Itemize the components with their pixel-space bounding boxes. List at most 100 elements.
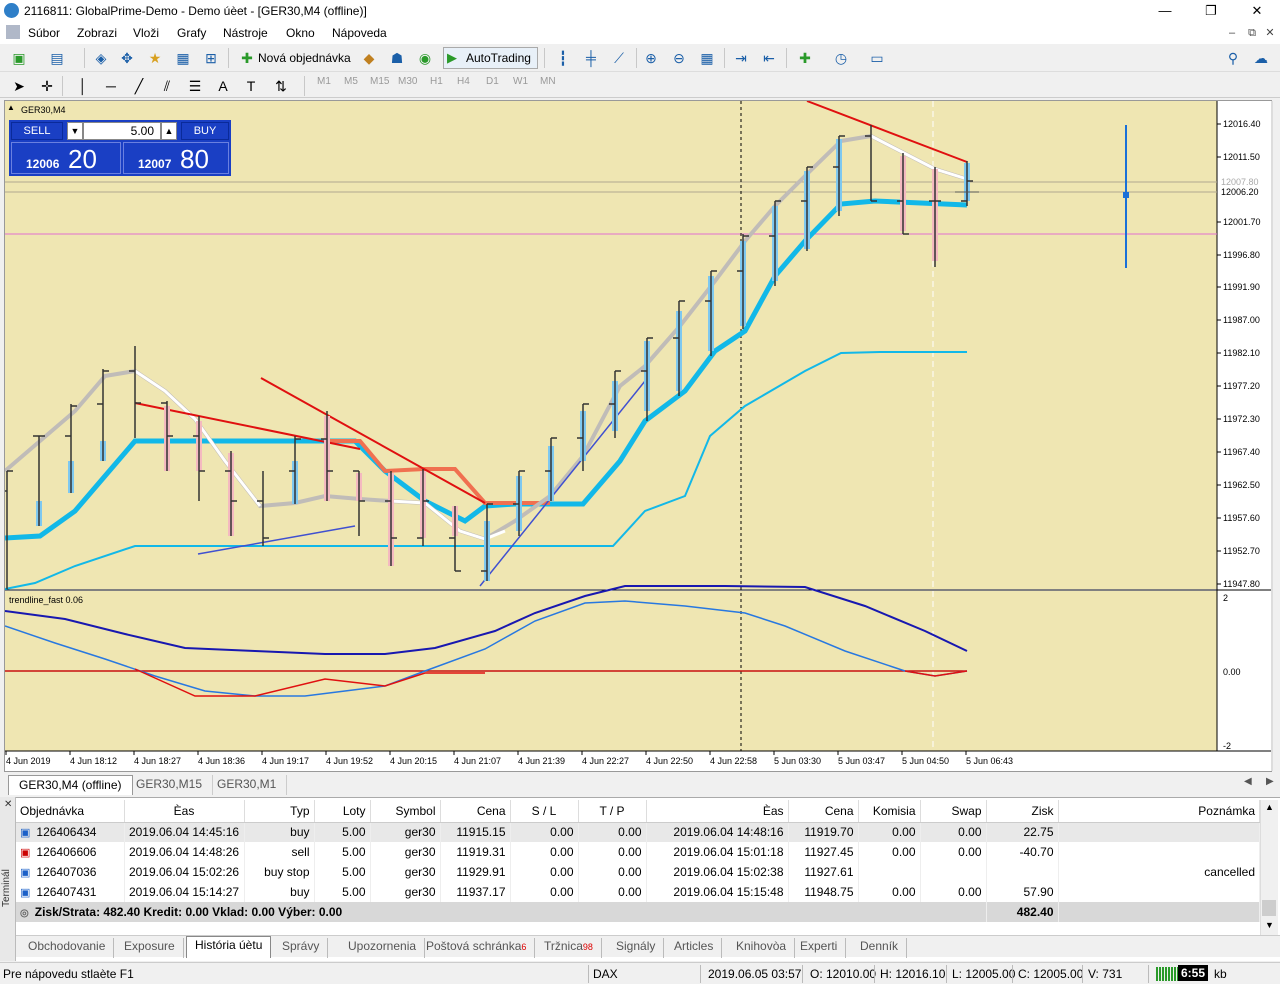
new-order-icon[interactable]: ✚ — [236, 47, 258, 69]
candlestick-icon[interactable]: ╪ — [580, 47, 602, 69]
line-chart-icon[interactable]: ⟋ — [608, 47, 630, 69]
new-chart-icon[interactable]: ▣ — [8, 47, 30, 69]
col-profit[interactable]: Zisk — [986, 800, 1059, 823]
col-order[interactable]: Objednávka — [16, 800, 125, 823]
terminal-close-icon[interactable]: ✕ — [4, 799, 12, 810]
timeframe-h1[interactable]: H1 — [430, 76, 443, 87]
tabs-scroll-left-icon[interactable]: ◀ — [1244, 776, 1252, 787]
vertical-line-icon[interactable]: │ — [72, 75, 94, 97]
periods-icon[interactable]: ◷ — [830, 47, 852, 69]
terminal-scrollbar[interactable]: ▲ ▼ — [1260, 800, 1278, 935]
tabs-scroll-right-icon[interactable]: ▶ — [1266, 776, 1274, 787]
menu-window[interactable]: Okno — [286, 26, 315, 40]
menu-charts[interactable]: Grafy — [177, 26, 206, 40]
tile-windows-icon[interactable]: ▦ — [696, 47, 718, 69]
profiles-icon[interactable]: ▤ — [46, 47, 68, 69]
menu-file[interactable]: Súbor — [28, 26, 60, 40]
terminal-tab-9[interactable]: Articles — [666, 938, 723, 958]
chart-tab-ger30-m1[interactable]: GER30,M1 — [207, 775, 288, 795]
terminal-tab-5[interactable]: Upozornenia — [340, 938, 426, 958]
templates-icon[interactable]: ▭ — [866, 47, 888, 69]
new-order-button[interactable]: Nová objednávka — [258, 48, 351, 68]
timeframe-m1[interactable]: M1 — [317, 76, 331, 87]
timeframe-h4[interactable]: H4 — [457, 76, 470, 87]
metaeditor-icon[interactable]: ◆ — [358, 47, 380, 69]
timeframe-w1[interactable]: W1 — [513, 76, 528, 87]
cursor-icon[interactable]: ➤ — [8, 75, 30, 97]
lots-increase-button[interactable]: ▲ — [161, 122, 177, 140]
sell-button[interactable]: SELL — [11, 122, 63, 140]
menu-tools[interactable]: Nástroje — [223, 26, 268, 40]
connection-bars-icon[interactable] — [1156, 967, 1178, 981]
trendline-icon[interactable]: ╱ — [128, 75, 150, 97]
text-label-icon[interactable]: T — [240, 75, 262, 97]
restore-button[interactable]: ❐ — [1188, 0, 1234, 22]
table-row[interactable]: ▣ 126406434 2019.06.04 14:45:16 buy 5.00 ger3… — [16, 822, 1260, 842]
col-type[interactable]: Typ — [244, 800, 315, 823]
bar-chart-icon[interactable]: ┇ — [552, 47, 574, 69]
auto-scroll-icon[interactable]: ⇥ — [730, 47, 752, 69]
col-symbol[interactable]: Symbol — [370, 800, 441, 823]
collapse-arrow-icon[interactable]: ▲ — [7, 104, 15, 112]
scroll-down-icon[interactable]: ▼ — [1265, 920, 1274, 930]
horizontal-line-icon[interactable]: ─ — [100, 75, 122, 97]
col-price[interactable]: Cena — [440, 800, 511, 823]
terminal-tab-4[interactable]: Správy — [274, 938, 329, 958]
col-swap[interactable]: Swap — [920, 800, 987, 823]
col-comment[interactable]: Poznámka — [1058, 800, 1260, 823]
menu-insert[interactable]: Vloži — [133, 26, 159, 40]
connection-time[interactable]: 6:55 — [1178, 965, 1209, 981]
terminal-tab-8[interactable]: Signály — [608, 938, 665, 958]
lots-input[interactable]: 5.00 — [83, 122, 161, 140]
market-watch-icon[interactable]: ◈ — [90, 47, 112, 69]
terminal-tab-1[interactable]: Obchodovanie — [20, 938, 115, 958]
timeframe-mn[interactable]: MN — [540, 76, 556, 87]
scroll-up-icon[interactable]: ▲ — [1265, 802, 1274, 812]
lots-decrease-button[interactable]: ▼ — [67, 122, 83, 140]
scroll-thumb[interactable] — [1262, 900, 1276, 916]
table-row[interactable]: ▣ 126406606 2019.06.04 14:48:26 sell 5.00 ger… — [16, 842, 1260, 862]
chart-tab-ger30-m4[interactable]: GER30,M4 (offline) — [8, 775, 133, 795]
timeframe-m15[interactable]: M15 — [370, 76, 389, 87]
text-icon[interactable]: A — [212, 75, 234, 97]
timeframe-m5[interactable]: M5 — [344, 76, 358, 87]
chart-shift-icon[interactable]: ⇤ — [758, 47, 780, 69]
col-close-time[interactable]: Èas — [646, 800, 789, 823]
terminal-icon[interactable]: ▦ — [172, 47, 194, 69]
fibonacci-icon[interactable]: ☰ — [184, 75, 206, 97]
zoom-out-icon[interactable]: ⊖ — [668, 47, 690, 69]
indicators-icon[interactable]: ✚ — [794, 47, 816, 69]
col-tp[interactable]: T / P — [578, 800, 647, 823]
data-window-icon[interactable]: ✥ — [116, 47, 138, 69]
chat-icon[interactable]: ☁ — [1250, 47, 1272, 69]
mdi-restore-button[interactable]: ⧉ — [1244, 25, 1260, 41]
mdi-minimize-button[interactable]: – — [1224, 25, 1240, 41]
sell-price-box[interactable]: 12006 20 — [11, 142, 121, 174]
search-icon[interactable]: ⚲ — [1222, 47, 1244, 69]
chart-window[interactable]: 12016.40 12011.50 12001.70 11996.80 11991.90… — [4, 100, 1273, 772]
col-open-time[interactable]: Èas — [124, 800, 245, 823]
col-close-price[interactable]: Cena — [788, 800, 859, 823]
community-icon[interactable]: ☗ — [386, 47, 408, 69]
chart-tab-ger30-m15[interactable]: GER30,M15 — [126, 775, 214, 795]
timeframe-m30[interactable]: M30 — [398, 76, 417, 87]
table-row[interactable]: ▣ 126407036 2019.06.04 15:02:26 buy stop 5.0… — [16, 862, 1260, 882]
menu-help[interactable]: Nápoveda — [332, 26, 387, 40]
terminal-tab-6[interactable]: Poštová schránka6 — [418, 938, 536, 958]
mdi-close-button[interactable]: ✕ — [1262, 25, 1278, 41]
zoom-in-icon[interactable]: ⊕ — [640, 47, 662, 69]
terminal-tab-2[interactable]: Exposure — [116, 938, 184, 958]
terminal-tab-7[interactable]: Tržnica98 — [536, 938, 602, 958]
navigator-icon[interactable]: ★ — [144, 47, 166, 69]
table-row[interactable]: ▣ 126407431 2019.06.04 15:14:27 buy 5.00 ger3… — [16, 882, 1260, 902]
strategy-tester-icon[interactable]: ⊞ — [200, 47, 222, 69]
terminal-tab-3[interactable]: História úètu — [186, 936, 272, 958]
autotrading-button[interactable]: ▶ AutoTrading — [443, 47, 538, 69]
close-button[interactable]: ✕ — [1234, 0, 1280, 22]
terminal-tab-10[interactable]: Knihovòa — [728, 938, 796, 958]
buy-button[interactable]: BUY — [181, 122, 229, 140]
price-chart[interactable]: 12016.40 12011.50 12001.70 11996.80 11991.90… — [5, 101, 1271, 771]
signals-icon[interactable]: ◉ — [414, 47, 436, 69]
crosshair-icon[interactable]: ✛ — [36, 75, 58, 97]
col-lots[interactable]: Loty — [314, 800, 371, 823]
